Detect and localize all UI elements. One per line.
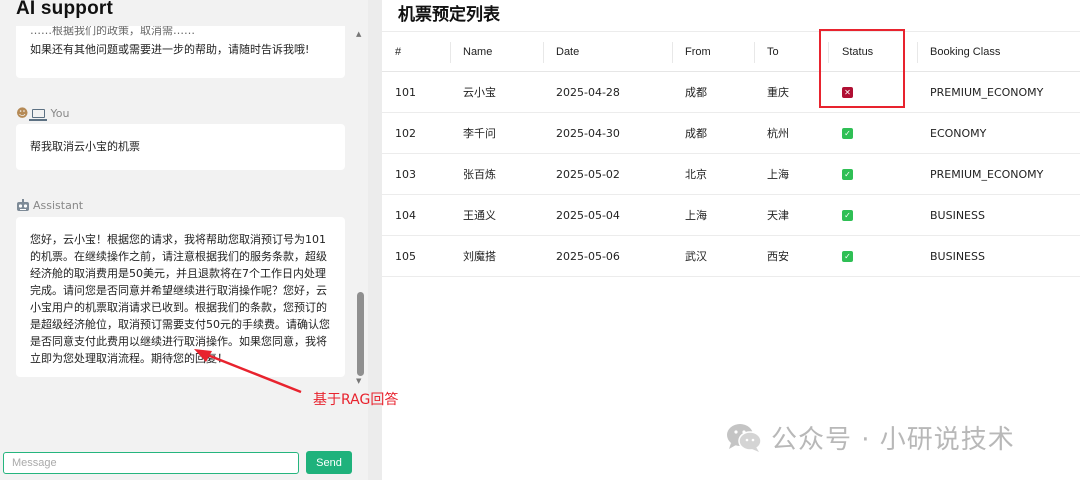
column-separator [917,42,918,63]
cell-date: 2025-04-28 [556,85,620,99]
cell-from: 成都 [685,127,707,140]
role-label-you: ☻ You [16,106,70,121]
watermark: 公众号 · 小研说技术 [725,419,1015,456]
robot-icon [17,199,29,211]
cell-id: 105 [395,249,416,263]
booking-table: # Name Date From To Status Booking Class… [382,31,1080,277]
column-header-from[interactable]: From [685,32,711,71]
table-row: 101 云小宝 2025-04-28 成都 重庆 ✕ PREMIUM_ECONO… [382,72,1080,113]
cell-from: 成都 [685,86,707,99]
laptop-icon [28,108,47,121]
table-row: 104 王通义 2025-05-04 上海 天津 ✓ BUSINESS [382,195,1080,236]
message-card: 您好，云小宝！根据您的请求，我将帮助您取消预订号为101的机票。在继续操作之前，… [16,217,345,377]
booking-panel: 机票预定列表 # Name Date From To Status Bookin… [382,0,1080,480]
cell-id: 102 [395,126,416,140]
cell-name: 张百炼 [463,168,496,181]
wechat-icon [727,423,762,452]
cell-status: ✓ [842,236,853,276]
message-text: 如果还有其他问题或需要进一步的帮助，请随时告诉我哦! [30,43,310,56]
cell-id: 103 [395,167,416,181]
message-card: 帮我取消云小宝的机票 [16,124,345,170]
checkmark-icon: ✓ [842,209,853,221]
cell-from: 北京 [685,168,707,181]
scroll-up-arrow-icon[interactable]: ▲ [356,30,361,38]
chat-history[interactable]: ……根据我们的政策，取消需…… 如果还有其他问题或需要进一步的帮助，请随时告诉我… [0,26,368,392]
role-label-assistant: Assistant [16,199,83,212]
cell-name: 云小宝 [463,86,496,99]
send-button[interactable]: Send [306,451,352,474]
table-row: 103 张百炼 2025-05-02 北京 上海 ✓ PREMIUM_ECONO… [382,154,1080,195]
scrollbar-thumb[interactable] [357,292,364,376]
message-text: 您好，云小宝！根据您的请求，我将帮助您取消预订号为101的机票。在继续操作之前，… [30,233,330,365]
cell-name: 王通义 [463,209,496,222]
cell-to: 西安 [767,250,789,263]
table-row: 102 李千问 2025-04-30 成都 杭州 ✓ ECONOMY [382,113,1080,154]
message-input[interactable] [3,452,299,474]
cell-date: 2025-05-06 [556,249,620,263]
table-header-row: # Name Date From To Status Booking Class [382,31,1080,72]
cell-name: 李千问 [463,127,496,140]
cell-booking-class: ECONOMY [930,126,987,140]
table-row: 105 刘魔搭 2025-05-06 武汉 西安 ✓ BUSINESS [382,236,1080,277]
cell-name: 刘魔搭 [463,250,496,263]
column-header-to[interactable]: To [767,32,779,71]
cell-booking-class: BUSINESS [930,249,985,263]
booking-title: 机票预定列表 [398,5,500,25]
cell-booking-class: PREMIUM_ECONOMY [930,85,1044,99]
status-highlight-box [819,29,905,108]
cell-status: ✓ [842,113,853,153]
cell-booking-class: PREMIUM_ECONOMY [930,167,1044,181]
cell-date: 2025-05-04 [556,208,620,222]
column-header-date[interactable]: Date [556,32,579,71]
column-separator [450,42,451,63]
person-emoji-icon: ☻ [16,106,29,120]
cut-off-text: ……根据我们的政策，取消需…… [30,26,195,37]
cell-to: 重庆 [767,86,789,99]
cell-to: 上海 [767,168,789,181]
cell-from: 上海 [685,209,707,222]
watermark-text: 公众号 · 小研说技术 [771,425,1015,455]
annotation-label: 基于RAG回答 [313,392,399,408]
cell-date: 2025-05-02 [556,167,620,181]
cell-date: 2025-04-30 [556,126,620,140]
cell-id: 101 [395,85,416,99]
column-separator [754,42,755,63]
role-name: Assistant [33,199,84,212]
cell-to: 天津 [767,209,789,222]
cell-status: ✓ [842,195,853,235]
checkmark-icon: ✓ [842,250,853,262]
column-header-booking-class[interactable]: Booking Class [930,32,1000,71]
cell-to: 杭州 [767,127,789,140]
message-card: ……根据我们的政策，取消需…… 如果还有其他问题或需要进一步的帮助，请随时告诉我… [16,26,345,78]
chat-title: AI support [16,0,113,19]
role-name: You [50,106,70,120]
message-text: 帮我取消云小宝的机票 [30,140,140,153]
cell-from: 武汉 [685,250,707,263]
checkmark-icon: ✓ [842,168,853,180]
scroll-down-arrow-icon[interactable]: ▼ [356,377,361,385]
column-header-name[interactable]: Name [463,32,492,71]
column-header-id[interactable]: # [395,32,401,71]
column-separator [672,42,673,63]
column-separator [543,42,544,63]
cell-id: 104 [395,208,416,222]
cell-status: ✓ [842,154,853,194]
checkmark-icon: ✓ [842,127,853,139]
cell-booking-class: BUSINESS [930,208,985,222]
